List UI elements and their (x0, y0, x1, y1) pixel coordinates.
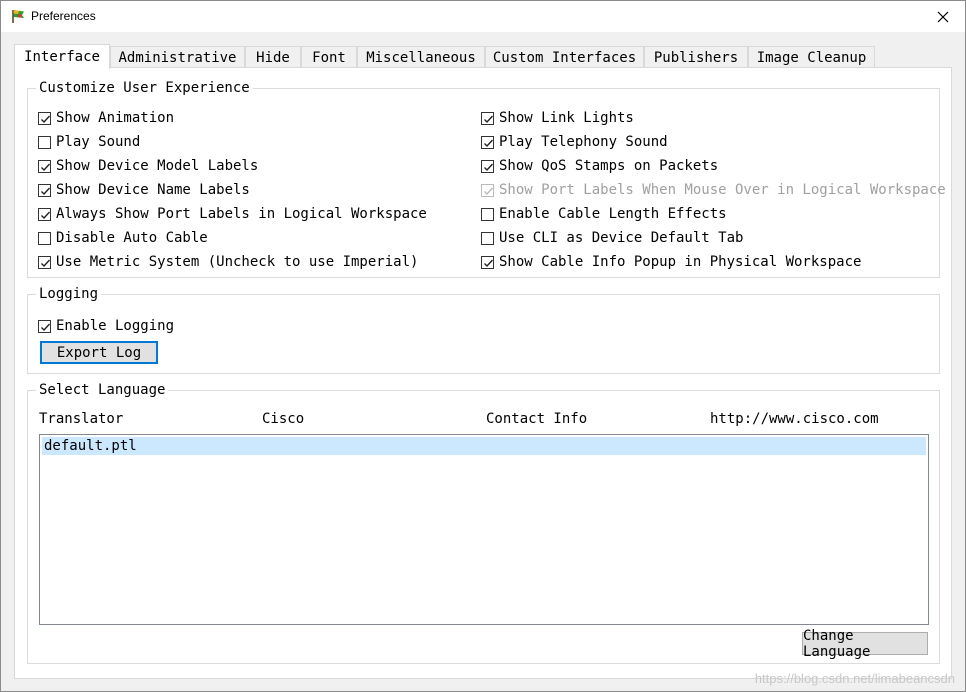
checkbox-box (481, 183, 494, 197)
change-language-button[interactable]: Change Language (802, 628, 928, 660)
use-metric-system-uncheck-to-use-imperial-checkbox[interactable]: Use Metric System (Uncheck to use Imperi… (38, 253, 418, 271)
disable-auto-cable-checkbox[interactable]: Disable Auto Cable (38, 229, 208, 247)
checkbox-label: Show Device Name Labels (56, 182, 250, 198)
show-link-lights-checkbox[interactable]: Show Link Lights (481, 109, 634, 127)
language-group: Select Language Translator Cisco Contact… (27, 381, 940, 664)
title-bar: Preferences (1, 1, 965, 32)
checkbox-box (38, 207, 51, 221)
customize-group: Customize User Experience Show Animation… (27, 79, 946, 278)
checkbox-box (38, 135, 51, 149)
checkbox-box (481, 159, 494, 173)
checkbox-label: Show Device Model Labels (56, 158, 259, 174)
tab-label: Administrative (118, 49, 237, 66)
checkbox-label: Show QoS Stamps on Packets (499, 158, 719, 174)
tab-label: Interface (24, 49, 100, 65)
checkbox-box (481, 255, 494, 269)
show-port-labels-when-mouse-over-in-logical-workspace-checkbox: Show Port Labels When Mouse Over in Logi… (481, 181, 946, 199)
logging-group: Logging Enable Logging Export Log (27, 285, 940, 374)
list-item-label: default.ptl (44, 438, 137, 454)
checkbox-label: Disable Auto Cable (56, 230, 208, 246)
always-show-port-labels-in-logical-workspace-checkbox[interactable]: Always Show Port Labels in Logical Works… (38, 205, 427, 223)
checkbox-label: Show Cable Info Popup in Physical Worksp… (499, 254, 862, 270)
checkbox-box (38, 159, 51, 173)
column-translator: Translator (39, 411, 124, 427)
close-icon[interactable] (921, 1, 965, 32)
checkbox-box (481, 111, 494, 125)
column-cisco: Cisco (262, 411, 305, 427)
tab-hide[interactable]: Hide (245, 46, 301, 68)
group-title: Logging (36, 285, 102, 303)
export-log-button[interactable]: Export Log (40, 341, 158, 364)
checkbox-box (481, 231, 494, 245)
checkbox-box (481, 207, 494, 221)
show-qos-stamps-on-packets-checkbox[interactable]: Show QoS Stamps on Packets (481, 157, 718, 175)
checkbox-label: Enable Cable Length Effects (499, 206, 727, 222)
tab-publishers[interactable]: Publishers (644, 46, 748, 68)
checkbox-label: Always Show Port Labels in Logical Works… (56, 206, 427, 222)
column-contact-info: Contact Info (486, 411, 588, 427)
group-title: Customize User Experience (36, 79, 253, 97)
tab-label: Image Cleanup (756, 49, 867, 66)
checkbox-label: Show Animation (56, 110, 175, 126)
show-device-model-labels-checkbox[interactable]: Show Device Model Labels (38, 157, 258, 175)
checkbox-box (38, 319, 51, 333)
checkbox-label: Use Metric System (Uncheck to use Imperi… (56, 254, 419, 270)
group-title: Select Language (36, 381, 169, 399)
tab-interface[interactable]: Interface (14, 44, 110, 69)
checkbox-label: Play Telephony Sound (499, 134, 668, 150)
checkbox-box (38, 255, 51, 269)
packet-tracer-flag-icon (10, 8, 26, 24)
use-cli-as-device-default-tab-checkbox[interactable]: Use CLI as Device Default Tab (481, 229, 743, 247)
tab-label: Custom Interfaces (492, 49, 637, 66)
tab-image-cleanup[interactable]: Image Cleanup (748, 46, 875, 68)
window-title: Preferences (31, 9, 96, 23)
preferences-window: Preferences Interface Administrative Hid… (0, 0, 966, 692)
language-list[interactable]: default.ptl (39, 434, 929, 625)
show-cable-info-popup-in-physical-workspace-checkbox[interactable]: Show Cable Info Popup in Physical Worksp… (481, 253, 861, 271)
tab-font[interactable]: Font (301, 46, 357, 68)
tab-label: Font (312, 49, 346, 66)
checkbox-box (38, 231, 51, 245)
checkbox-label: Use CLI as Device Default Tab (499, 230, 744, 246)
tab-label: Hide (256, 49, 290, 66)
tab-label: Miscellaneous (366, 49, 476, 66)
column-url: http://www.cisco.com (710, 411, 879, 427)
play-telephony-sound-checkbox[interactable]: Play Telephony Sound (481, 133, 668, 151)
checkbox-label: Show Port Labels When Mouse Over in Logi… (499, 182, 946, 198)
play-sound-checkbox[interactable]: Play Sound (38, 133, 140, 151)
checkbox-box (481, 135, 494, 149)
checkbox-label: Play Sound (56, 134, 141, 150)
list-item[interactable]: default.ptl (42, 437, 926, 455)
watermark: https://blog.csdn.net/limabeancsdn (754, 671, 955, 686)
show-device-name-labels-checkbox[interactable]: Show Device Name Labels (38, 181, 250, 199)
button-label: Change Language (803, 627, 871, 660)
tab-administrative[interactable]: Administrative (110, 46, 245, 68)
interface-tab-panel: Customize User Experience Show Animation… (14, 67, 952, 679)
tab-miscellaneous[interactable]: Miscellaneous (357, 46, 485, 68)
button-label: Export Log (56, 344, 142, 361)
checkbox-box (38, 183, 51, 197)
tab-custom-interfaces[interactable]: Custom Interfaces (485, 46, 644, 68)
tab-label: Publishers (653, 49, 739, 66)
enable-logging-checkbox[interactable]: Enable Logging (38, 317, 174, 335)
checkbox-label: Show Link Lights (499, 110, 634, 126)
checkbox-box (38, 111, 51, 125)
checkbox-label: Enable Logging (56, 318, 175, 334)
show-animation-checkbox[interactable]: Show Animation (38, 109, 174, 127)
enable-cable-length-effects-checkbox[interactable]: Enable Cable Length Effects (481, 205, 727, 223)
